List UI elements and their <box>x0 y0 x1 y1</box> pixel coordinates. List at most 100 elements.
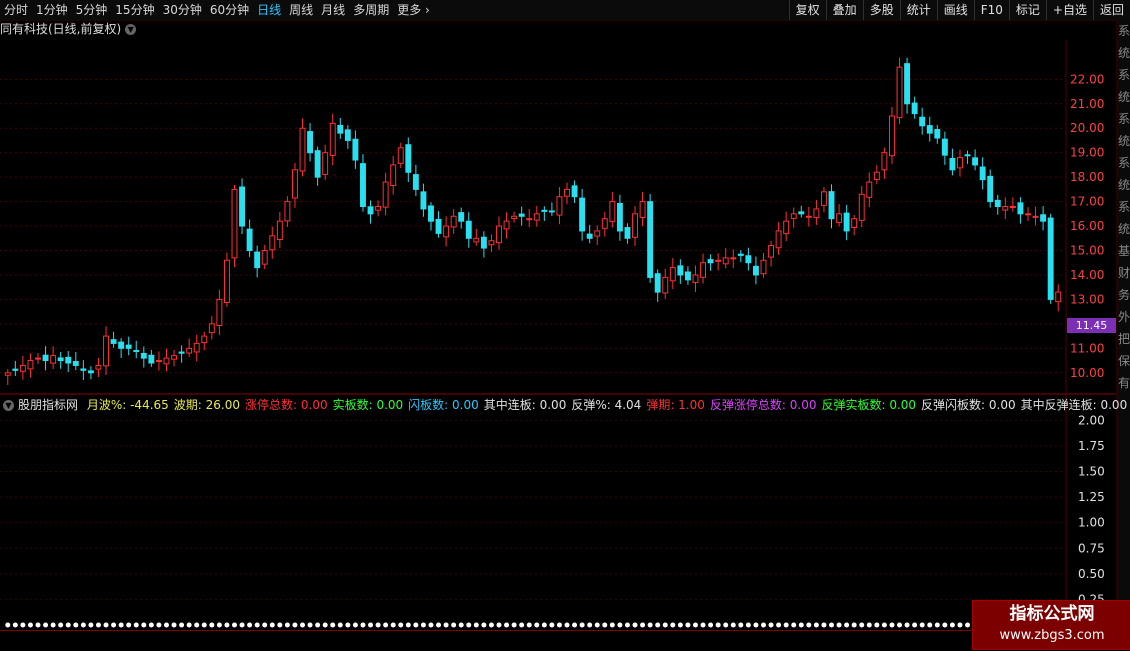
candle-body <box>239 186 246 227</box>
indicator-dot <box>224 622 230 628</box>
tool-button-5[interactable]: F10 <box>973 0 1009 20</box>
indicator-dot <box>5 622 11 628</box>
indicator-dot <box>201 622 207 628</box>
indicator-dot <box>466 622 472 628</box>
sidebar-char: 统 <box>1117 178 1130 192</box>
indicator-dot <box>844 622 850 628</box>
tool-button-4[interactable]: 画线 <box>936 0 974 20</box>
indicator-dot <box>133 622 139 628</box>
indicator-dot <box>284 622 290 628</box>
candle-body <box>103 335 109 367</box>
candle-body <box>360 163 366 207</box>
tab-4[interactable]: 30分钟 <box>159 0 206 20</box>
candle-body <box>722 257 729 265</box>
candle-body <box>904 63 911 105</box>
candle-body <box>571 185 578 198</box>
tab-7[interactable]: 周线 <box>285 0 317 20</box>
candle-body <box>707 259 714 264</box>
candle-body <box>911 102 918 115</box>
sidebar-char: 统 <box>1117 134 1130 148</box>
candle-body <box>511 215 518 220</box>
candle-body <box>579 197 586 232</box>
sidebar-char: 统 <box>1117 46 1130 60</box>
tool-button-8[interactable]: 返回 <box>1092 0 1130 20</box>
tab-9[interactable]: 多周期 <box>349 0 393 20</box>
indicator-dot <box>209 622 215 628</box>
candle-body <box>465 220 472 239</box>
indicator-dot <box>723 622 729 628</box>
right-sidebar[interactable]: 系统系统系统系统系统基财务外把保有 <box>1116 20 1130 630</box>
indicator-dot <box>360 622 366 628</box>
candle-body <box>473 237 480 243</box>
indicator-dot <box>897 622 903 628</box>
indicator-dot <box>488 622 494 628</box>
candle-body <box>609 201 616 223</box>
tab-6[interactable]: 日线 <box>253 0 285 20</box>
indicator-menu-icon[interactable]: ▼ <box>3 400 14 411</box>
candle-body <box>4 372 11 376</box>
candle-body <box>601 218 608 229</box>
tool-button-6[interactable]: 标记 <box>1008 0 1046 20</box>
candle-body <box>80 368 87 371</box>
candle-body <box>979 166 986 181</box>
indicator-dot <box>73 622 79 628</box>
candle-body <box>42 354 49 362</box>
tool-button-7[interactable]: +自选 <box>1045 0 1093 20</box>
tab-8[interactable]: 月线 <box>317 0 349 20</box>
indicator-dot <box>617 622 623 628</box>
indicator-field-1: 波期: 26.00 <box>173 398 241 412</box>
indicator-dot <box>269 622 275 628</box>
indicator-dot <box>473 622 479 628</box>
tab-1[interactable]: 1分钟 <box>32 0 72 20</box>
indicator-dot <box>594 622 600 628</box>
candle-body <box>1002 205 1009 211</box>
candle-body <box>941 138 948 156</box>
indicator-dot <box>436 622 442 628</box>
candle-body <box>730 257 737 260</box>
candle-body <box>171 355 177 360</box>
tool-button-3[interactable]: 统计 <box>899 0 937 20</box>
candle-body <box>715 259 722 262</box>
indicator-dot <box>458 622 464 628</box>
indicator-dot <box>231 622 237 628</box>
candle-body <box>216 298 223 327</box>
candle-body <box>50 355 57 364</box>
indicator-dot <box>957 622 963 628</box>
candle-body <box>390 164 397 187</box>
tool-button-1[interactable]: 叠加 <box>825 0 863 20</box>
indicator-field-3: 实板数: 0.00 <box>332 398 404 412</box>
tab-0[interactable]: 分时 <box>0 0 32 20</box>
candle-body <box>1040 214 1047 222</box>
candle-body <box>503 220 510 230</box>
candle-body <box>866 181 873 198</box>
candle-body <box>783 220 790 235</box>
tool-button-0[interactable]: 复权 <box>788 0 826 20</box>
candle-body <box>201 335 208 344</box>
indicator-dot <box>292 622 298 628</box>
indicator-name: 股朋指标网 <box>18 398 79 412</box>
tab-10[interactable]: 更多 › <box>393 0 434 20</box>
indicator-dot <box>111 622 117 628</box>
candle-body <box>155 360 162 363</box>
candle-body <box>246 228 253 252</box>
candle-body <box>329 122 336 156</box>
indicator-dot <box>949 622 955 628</box>
tool-button-2[interactable]: 多股 <box>862 0 900 20</box>
candle-body <box>57 357 64 362</box>
tab-3[interactable]: 15分钟 <box>111 0 158 20</box>
indicator-dot <box>337 622 343 628</box>
indicator-dot <box>171 622 177 628</box>
candle-body <box>526 218 533 221</box>
indicator-dot <box>587 622 593 628</box>
indicator-dot <box>934 622 940 628</box>
indicator-dot <box>859 622 865 628</box>
candle-body <box>284 201 291 222</box>
indicator-dot <box>647 622 653 628</box>
tab-5[interactable]: 60分钟 <box>206 0 253 20</box>
indicator-dot <box>254 622 260 628</box>
indicator-field-10: 反弹闪板数: 0.00 <box>921 398 1016 412</box>
indicator-dot <box>692 622 698 628</box>
tab-2[interactable]: 5分钟 <box>72 0 112 20</box>
candle-body <box>496 225 502 244</box>
indicator-field-2: 涨停总数: 0.00 <box>245 398 328 412</box>
